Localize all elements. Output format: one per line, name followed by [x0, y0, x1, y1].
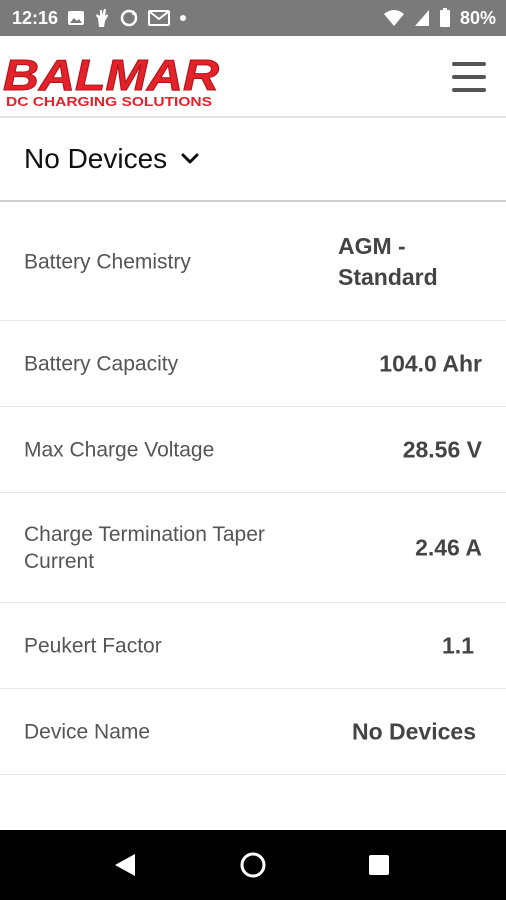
back-button[interactable] — [100, 830, 150, 900]
chevron-down-icon — [181, 153, 199, 165]
svg-text:DC CHARGING SOLUTIONS: DC CHARGING SOLUTIONS — [6, 94, 212, 109]
image-notification-icon — [67, 9, 85, 27]
sync-notification-icon — [119, 8, 139, 28]
svg-text:BALMAR: BALMAR — [3, 51, 219, 100]
recent-apps-square-icon — [369, 855, 389, 875]
menu-bar-icon — [452, 75, 486, 79]
device-selector-label: No Devices — [24, 143, 168, 174]
recent-apps-button[interactable] — [354, 830, 404, 900]
status-bar: 12:16 80% — [0, 0, 506, 36]
setting-label: Peukert Factor — [24, 634, 162, 657]
status-right: 80% — [383, 8, 496, 29]
setting-value: 28.56 V — [402, 436, 482, 462]
home-button[interactable] — [228, 830, 278, 900]
setting-value: No Devices — [351, 718, 476, 744]
setting-row-max-charge-voltage[interactable]: Max Charge Voltage 28.56 V — [0, 407, 506, 493]
setting-value: 104.0 Ahr — [379, 350, 482, 376]
setting-row-peukert-factor[interactable]: Peukert Factor 1.1 — [0, 603, 506, 689]
device-selector-dropdown[interactable]: No Devices — [0, 118, 506, 202]
setting-value: AGM - Standard — [338, 232, 438, 290]
status-time: 12:16 — [12, 7, 59, 28]
setting-row-battery-chemistry[interactable]: Battery Chemistry AGM - Standard — [0, 203, 506, 321]
home-circle-icon — [240, 852, 266, 878]
setting-row-taper-current[interactable]: Charge Termination Taper Current 2.46 A — [0, 493, 506, 603]
balmar-logo[interactable]: BALMAR DC CHARGING SOLUTIONS — [3, 50, 223, 110]
setting-value: 1.1 — [442, 632, 474, 658]
battery-icon — [439, 8, 451, 28]
app-header: BALMAR DC CHARGING SOLUTIONS — [0, 36, 506, 118]
setting-row-device-name[interactable]: Device Name No Devices — [0, 689, 506, 775]
mail-notification-icon — [148, 9, 171, 27]
setting-label: Device Name — [24, 720, 151, 743]
menu-bar-icon — [452, 88, 486, 92]
navigation-bar — [0, 830, 506, 900]
setting-value: 2.46 A — [415, 534, 482, 560]
hand-notification-icon — [94, 8, 110, 28]
setting-row-battery-capacity[interactable]: Battery Capacity 104.0 Ahr — [0, 321, 506, 407]
signal-icon — [414, 9, 430, 27]
status-left: 12:16 — [12, 8, 187, 29]
battery-percent: 80% — [459, 7, 496, 28]
setting-label: Battery Chemistry — [24, 250, 191, 273]
more-notifications-dot-icon — [179, 14, 187, 22]
back-triangle-icon — [115, 854, 135, 876]
setting-label: Max Charge Voltage — [24, 438, 215, 461]
hamburger-menu-button[interactable] — [452, 62, 486, 92]
wifi-icon — [383, 9, 405, 27]
menu-bar-icon — [452, 62, 486, 66]
setting-label: Charge Termination Taper Current — [24, 522, 265, 573]
setting-label: Battery Capacity — [24, 352, 179, 375]
